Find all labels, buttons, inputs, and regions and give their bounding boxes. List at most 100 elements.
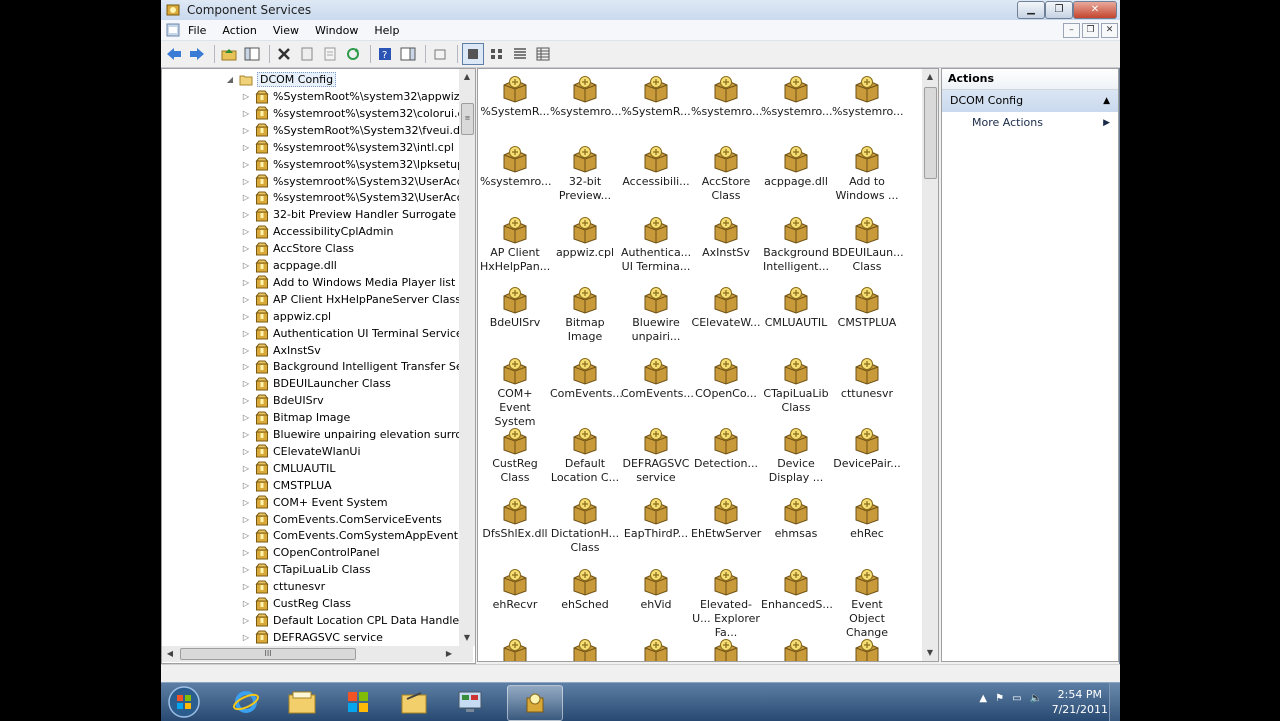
menu-view[interactable]: View (265, 24, 307, 37)
expand-arrow-icon[interactable]: ▷ (240, 498, 252, 507)
refresh-button[interactable] (343, 44, 363, 64)
expand-arrow-icon[interactable]: ▷ (240, 329, 252, 338)
scroll-down-arrow-icon[interactable]: ▼ (459, 630, 475, 646)
mdi-restore-button[interactable]: ❐ (1082, 23, 1099, 38)
tree-item[interactable]: ▷ CustReg Class (240, 595, 351, 612)
tree-item[interactable]: ▷ AxInstSv (240, 342, 321, 359)
component-icon-item[interactable]: DevicePair... (832, 427, 902, 471)
component-icon-item[interactable]: %systemro... (550, 75, 622, 119)
component-icon-item[interactable]: EhEtwServer (691, 497, 761, 541)
actions-section-dcom-config[interactable]: DCOM Config ▲ (942, 90, 1118, 112)
tree-item[interactable]: ▷ acppage.dll (240, 257, 337, 274)
taskbar-internet-explorer[interactable] (219, 685, 273, 719)
expand-arrow-icon[interactable]: ▷ (240, 346, 252, 355)
mdi-close-button[interactable]: ✕ (1101, 23, 1118, 38)
forward-button[interactable] (187, 44, 207, 64)
show-hide-tree-button[interactable] (242, 44, 262, 64)
show-desktop-button[interactable] (1109, 683, 1120, 721)
expand-arrow-icon[interactable]: ▷ (240, 278, 252, 287)
expand-arrow-icon[interactable]: ▷ (240, 548, 252, 557)
component-icon-item[interactable]: Device Display ... (761, 427, 831, 485)
component-icon-item[interactable]: ehSched (550, 568, 620, 612)
detail-view-button[interactable] (533, 44, 553, 64)
menu-window[interactable]: Window (307, 24, 366, 37)
tree-item[interactable]: ▷ BdeUISrv (240, 392, 324, 409)
expand-arrow-icon[interactable]: ▷ (240, 143, 252, 152)
component-icon-item[interactable] (691, 638, 761, 661)
expand-arrow-icon[interactable]: ▷ (240, 582, 252, 591)
component-icon-item[interactable]: BdeUISrv (480, 286, 550, 330)
expand-arrow-icon[interactable]: ▷ (240, 565, 252, 574)
component-icon-item[interactable]: Bitmap Image (550, 286, 620, 344)
results-scroll-down-icon[interactable]: ▼ (922, 645, 938, 661)
expand-arrow-icon[interactable]: ▷ (240, 227, 252, 236)
menu-action[interactable]: Action (214, 24, 264, 37)
component-icon-item[interactable]: BDEUILaun... Class (832, 216, 904, 274)
tree-item[interactable]: ▷ AP Client HxHelpPaneServer Class (240, 291, 461, 308)
more-actions-item[interactable]: More Actions ▶ (942, 112, 1118, 134)
expand-arrow-icon[interactable]: ▷ (240, 430, 252, 439)
component-icon-item[interactable]: CElevateW... (691, 286, 761, 330)
results-scroll-thumb[interactable] (924, 87, 937, 179)
expand-arrow-icon[interactable]: ▷ (240, 531, 252, 540)
component-icon-item[interactable]: ComEvents... (550, 357, 623, 401)
component-icon-item[interactable] (550, 638, 620, 661)
tree-item[interactable]: ▷ %systemroot%\system32\colorui.dll (240, 105, 471, 122)
component-icon-item[interactable]: DfsShlEx.dll (480, 497, 550, 541)
component-icon-item[interactable]: COM+ Event System (480, 357, 550, 429)
component-icon-item[interactable]: CMSTPLUA (832, 286, 902, 330)
action-pane-button[interactable] (398, 44, 418, 64)
expand-arrow-icon[interactable]: ▷ (240, 193, 252, 202)
up-folder-button[interactable] (219, 44, 239, 64)
tree-item[interactable]: ▷ BDEUILauncher Class (240, 375, 391, 392)
tree-root-dcom-config[interactable]: ◢ DCOM Config (224, 71, 337, 88)
component-icon-item[interactable]: ehRecvr (480, 568, 550, 612)
start-orb-icon[interactable] (167, 685, 201, 719)
component-icon-item[interactable]: appwiz.cpl (550, 216, 620, 260)
export-list-button[interactable] (320, 44, 340, 64)
component-icon-item[interactable]: Default Location C... (550, 427, 620, 485)
component-icon-item[interactable]: DEFRAGSVC service (621, 427, 691, 485)
close-button[interactable]: ✕ (1073, 1, 1117, 19)
network-icon[interactable]: ▭ (1012, 693, 1021, 704)
help-button[interactable]: ? (375, 44, 395, 64)
taskbar-media-player[interactable] (331, 685, 385, 719)
component-icon-item[interactable]: Accessibili... (621, 145, 691, 189)
taskbar-notepad[interactable] (387, 685, 441, 719)
small-icons-view-button[interactable] (487, 44, 507, 64)
component-icon-item[interactable]: %systemro... (480, 145, 552, 189)
tree-item[interactable]: ▷ Bluewire unpairing elevation surrogat (240, 426, 475, 443)
component-icon-item[interactable] (761, 638, 831, 661)
component-icon-item[interactable]: Add to Windows ... (832, 145, 902, 203)
list-view-button[interactable] (510, 44, 530, 64)
minimize-button[interactable]: ▁ (1017, 1, 1045, 19)
component-icon-item[interactable] (832, 638, 902, 661)
action-center-flag-icon[interactable]: ⚑ (995, 693, 1004, 704)
tree-item[interactable]: ▷ %SystemRoot%\System32\fveui.dll (240, 122, 466, 139)
tree-item[interactable]: ▷ AccStore Class (240, 240, 354, 257)
expand-arrow-icon[interactable]: ▷ (240, 312, 252, 321)
component-icon-item[interactable]: %SystemR... (621, 75, 691, 119)
results-scroll-up-icon[interactable]: ▲ (922, 69, 938, 85)
mdi-minimize-button[interactable]: – (1063, 23, 1080, 38)
component-icon-item[interactable]: COpenCo... (691, 357, 761, 401)
expand-arrow-icon[interactable]: ▷ (240, 362, 252, 371)
tree-item[interactable]: ▷ CElevateWlanUi (240, 443, 361, 460)
tree-item[interactable]: ▷ CMSTPLUA (240, 477, 332, 494)
tree-item[interactable]: ▷ cttunesvr (240, 578, 325, 595)
component-icon-item[interactable]: %systemro... (691, 75, 763, 119)
tree-item[interactable]: ▷ Bitmap Image (240, 409, 350, 426)
scroll-up-arrow-icon[interactable]: ▲ (459, 69, 475, 85)
maximize-button[interactable]: ❐ (1045, 1, 1073, 19)
expand-arrow-icon[interactable]: ▷ (240, 413, 252, 422)
show-hidden-icons-arrow-icon[interactable]: ▲ (979, 693, 987, 704)
expand-arrow-icon[interactable]: ▷ (240, 92, 252, 101)
tree-item[interactable]: ▷ Default Location CPL Data Handler Ll (240, 612, 475, 629)
component-icon-item[interactable]: ehVid (621, 568, 691, 612)
expand-arrow-icon[interactable]: ▷ (240, 160, 252, 169)
properties-button[interactable] (297, 44, 317, 64)
menu-file[interactable]: File (180, 24, 214, 37)
expand-arrow-icon[interactable]: ▷ (240, 464, 252, 473)
component-icon-item[interactable]: AxInstSv (691, 216, 761, 260)
delete-button[interactable] (274, 44, 294, 64)
